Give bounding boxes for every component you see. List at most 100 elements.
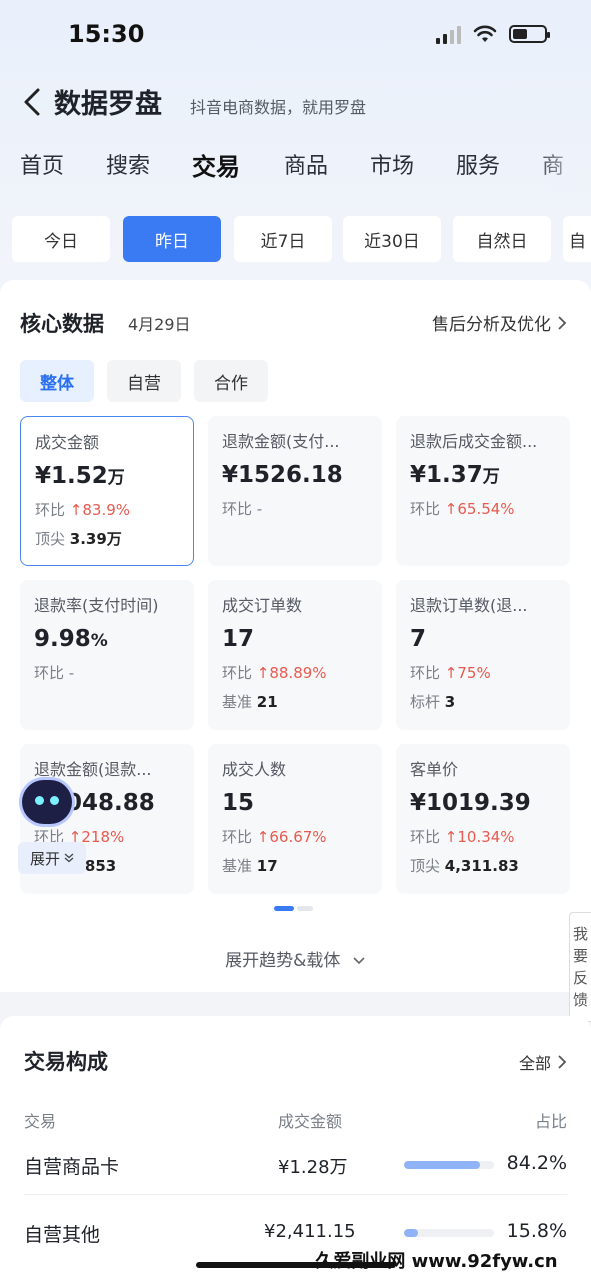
metric-compare: 环比 - <box>34 664 75 682</box>
view-all-link[interactable]: 全部 <box>519 1050 567 1074</box>
tab-fade <box>531 148 591 192</box>
core-data-card: 核心数据 4月29日 售后分析及优化 整体 自营 合作 成交金额 ¥1.52万 … <box>0 280 591 992</box>
core-data-title: 核心数据 <box>20 312 104 336</box>
metric-label: 成交金额 <box>35 433 100 452</box>
tab-trade[interactable]: 交易 <box>192 148 240 182</box>
trade-composition-title: 交易构成 <box>24 1050 108 1074</box>
date-today-button[interactable]: 今日 <box>12 216 110 262</box>
metric-compare: 环比 ↑83.9% <box>35 501 131 519</box>
metric-value: ¥1.37万 <box>410 462 500 488</box>
expand-trend-label: 展开趋势&载体 <box>225 951 341 971</box>
home-indicator <box>196 1262 396 1268</box>
metric-refund-orders[interactable]: 退款订单数(退... 7 环比 ↑75% 标杆 3 <box>396 580 570 730</box>
date-yesterday-button[interactable]: 昨日 <box>123 216 221 262</box>
assistant-expand-label: 展开 <box>29 849 60 868</box>
metric-compare: 环比 ↑75% <box>410 664 491 682</box>
metric-benchmark: 基准 17 <box>222 857 278 875</box>
feedback-char: 要 <box>572 947 588 965</box>
cellular-signal-icon <box>436 24 461 44</box>
row-name: 自营商品卡 <box>24 1156 120 1178</box>
header: 数据罗盘 抖音电商数据，就用罗盘 <box>0 80 591 124</box>
date-30days-button[interactable]: 近30日 <box>343 216 441 262</box>
metric-benchmark: 顶尖 3.39万 <box>35 530 122 548</box>
metric-value: 7 <box>410 626 427 652</box>
metric-value: ¥1526.18 <box>222 462 343 488</box>
expand-trend-link[interactable]: 展开趋势&载体 <box>0 946 591 971</box>
row-ratio: 15.8% <box>506 1220 567 1242</box>
metric-compare: 环比 - <box>222 500 263 518</box>
date-natural-day-button[interactable]: 自然日 <box>453 216 551 262</box>
row-amount: ¥2,411.15 <box>264 1221 356 1242</box>
tab-search[interactable]: 搜索 <box>106 148 150 180</box>
metric-value: 9.98% <box>34 626 108 652</box>
metric-value: 15 <box>222 790 255 816</box>
segment-overall[interactable]: 整体 <box>20 360 94 402</box>
double-chevron-down-icon <box>64 853 74 863</box>
metric-compare: 环比 ↑88.89% <box>222 664 327 682</box>
row-name: 自营其他 <box>24 1224 101 1246</box>
metric-label: 成交人数 <box>222 760 287 779</box>
status-time: 15:30 <box>68 20 145 48</box>
segment-self-run[interactable]: 自营 <box>107 360 181 402</box>
feedback-tab[interactable]: 我 要 反 馈 <box>569 912 591 1022</box>
metric-refund-amount-pay[interactable]: 退款金额(支付... ¥1526.18 环比 - <box>208 416 382 566</box>
feedback-char: 我 <box>572 925 588 943</box>
metric-label: 客单价 <box>410 760 459 779</box>
segment-cooperation[interactable]: 合作 <box>194 360 268 402</box>
metric-label: 成交订单数 <box>222 596 303 615</box>
wifi-icon <box>473 25 497 42</box>
metric-avg-order-value[interactable]: 客单价 ¥1019.39 环比 ↑10.34% 顶尖 4,311.83 <box>396 744 570 894</box>
metric-value: ¥1.52万 <box>35 463 125 489</box>
assistant-float[interactable]: 展开 <box>18 778 86 880</box>
metric-gmv[interactable]: 成交金额 ¥1.52万 环比 ↑83.9% 顶尖 3.39万 <box>20 416 194 566</box>
date-natural-more-button[interactable]: 自 <box>563 216 591 262</box>
row-amount: ¥1.28万 <box>278 1157 348 1178</box>
view-all-label: 全部 <box>518 1054 551 1073</box>
tab-service[interactable]: 服务 <box>456 148 500 180</box>
back-arrow-icon[interactable] <box>18 84 48 120</box>
row-ratio: 84.2% <box>506 1152 567 1174</box>
metric-order-count[interactable]: 成交订单数 17 环比 ↑88.89% 基准 21 <box>208 580 382 730</box>
carousel-pager <box>274 906 313 911</box>
metric-compare: 环比 ↑66.67% <box>222 828 327 846</box>
app-title: 数据罗盘 <box>54 89 162 120</box>
metric-benchmark: 标杆 3 <box>410 693 456 711</box>
metric-gmv-after-refund[interactable]: 退款后成交金额... ¥1.37万 环比 ↑65.54% <box>396 416 570 566</box>
metric-compare: 环比 ↑10.34% <box>410 828 515 846</box>
feedback-char: 反 <box>572 969 588 987</box>
battery-icon <box>509 25 550 43</box>
date-filters: 今日 昨日 近7日 近30日 自然日 自 <box>12 216 591 264</box>
metric-compare: 环比 ↑65.54% <box>410 500 515 518</box>
row-share-bar <box>404 1161 494 1169</box>
metric-buyer-count[interactable]: 成交人数 15 环比 ↑66.67% 基准 17 <box>208 744 382 894</box>
metric-label: 退款订单数(退... <box>410 596 528 615</box>
metric-label: 退款金额(退款... <box>34 760 152 779</box>
row-share-bar <box>404 1229 494 1237</box>
metric-value: 17 <box>222 626 255 652</box>
date-7days-button[interactable]: 近7日 <box>234 216 332 262</box>
watermark: 久爱副业网 www.92fyw.cn <box>282 1240 591 1280</box>
metric-refund-rate[interactable]: 退款率(支付时间) 9.98% 环比 - <box>20 580 194 730</box>
metric-benchmark: 顶尖 4,311.83 <box>410 857 519 875</box>
metric-benchmark: 基准 21 <box>222 693 278 711</box>
tab-product[interactable]: 商品 <box>284 148 328 180</box>
core-data-date: 4月29日 <box>128 315 191 334</box>
robot-avatar-icon <box>22 780 72 824</box>
aftersale-analysis-link[interactable]: 售后分析及优化 <box>432 310 567 335</box>
metric-label: 退款金额(支付... <box>222 432 340 451</box>
status-icons <box>436 24 550 44</box>
chevron-right-icon <box>558 315 567 330</box>
metric-value: ¥1019.39 <box>410 790 531 816</box>
status-bar: 15:30 <box>0 0 591 72</box>
row-divider <box>24 1194 567 1195</box>
tab-home[interactable]: 首页 <box>20 148 64 180</box>
app-slogan: 抖音电商数据，就用罗盘 <box>190 98 367 117</box>
feedback-char: 馈 <box>572 991 588 1009</box>
chevron-right-icon <box>558 1055 567 1069</box>
metric-label: 退款后成交金额... <box>410 432 538 451</box>
aftersale-analysis-label: 售后分析及优化 <box>432 315 551 335</box>
col-header-type: 交易 <box>24 1112 57 1131</box>
tab-market[interactable]: 市场 <box>370 148 414 180</box>
col-header-ratio: 占比 <box>534 1112 567 1131</box>
assistant-expand-button[interactable]: 展开 <box>18 842 86 874</box>
